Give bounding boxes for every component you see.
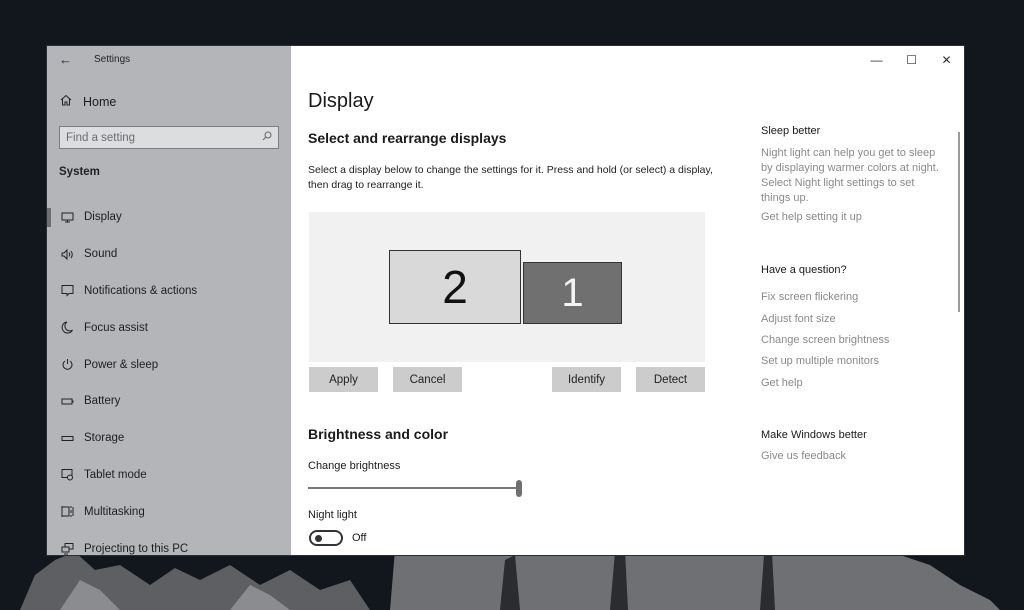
sidebar-item-multitasking[interactable]: Multitasking bbox=[47, 493, 291, 530]
night-light-label: Night light bbox=[308, 509, 357, 521]
sidebar-item-tablet-mode[interactable]: Tablet mode bbox=[47, 457, 291, 494]
sidebar-item-display[interactable]: Display bbox=[47, 199, 291, 236]
help-link[interactable]: Change screen brightness bbox=[761, 334, 889, 346]
cancel-button[interactable]: Cancel bbox=[393, 367, 462, 392]
identify-button[interactable]: Identify bbox=[552, 367, 621, 392]
give-feedback-link[interactable]: Give us feedback bbox=[761, 450, 846, 462]
sidebar-item-label: Battery bbox=[84, 395, 121, 408]
close-button[interactable]: ✕ bbox=[929, 46, 964, 74]
change-brightness-label: Change brightness bbox=[308, 460, 401, 472]
sidebar-item-sound[interactable]: Sound bbox=[47, 236, 291, 273]
night-light-state: Off bbox=[352, 532, 367, 544]
get-help-setting-link[interactable]: Get help setting it up bbox=[761, 211, 862, 223]
main-content: — ☐ ✕ Display Select and rearrange displ… bbox=[291, 46, 964, 555]
page-title: Display bbox=[308, 90, 374, 112]
help-link[interactable]: Get help bbox=[761, 377, 803, 389]
home-icon bbox=[59, 94, 73, 109]
power-icon bbox=[60, 358, 74, 371]
search-input[interactable] bbox=[66, 131, 262, 144]
detect-button[interactable]: Detect bbox=[636, 367, 705, 392]
section-label-system: System bbox=[59, 166, 100, 178]
minimize-button[interactable]: — bbox=[859, 46, 894, 74]
toggle-knob bbox=[315, 535, 322, 542]
sidebar-item-notifications[interactable]: Notifications & actions bbox=[47, 273, 291, 310]
sidebar-item-label: Notifications & actions bbox=[84, 284, 198, 297]
sidebar-item-battery[interactable]: Battery bbox=[47, 383, 291, 420]
night-light-toggle[interactable] bbox=[309, 530, 343, 546]
moon-icon bbox=[60, 321, 74, 334]
tablet-mode-icon bbox=[60, 468, 74, 481]
maximize-button[interactable]: ☐ bbox=[894, 46, 929, 74]
sidebar-item-label: Multitasking bbox=[84, 505, 145, 518]
sidebar-item-projecting[interactable]: Projecting to this PC bbox=[47, 530, 291, 555]
monitor-1[interactable]: 1 bbox=[523, 262, 622, 324]
sleep-better-text: Night light can help you get to sleep by… bbox=[761, 147, 939, 204]
monitor-icon bbox=[60, 211, 74, 224]
app-title: Settings bbox=[94, 54, 131, 65]
apply-button[interactable]: Apply bbox=[309, 367, 378, 392]
sidebar-item-home[interactable]: Home bbox=[59, 94, 116, 109]
brightness-slider[interactable] bbox=[308, 480, 522, 497]
search-box[interactable] bbox=[59, 126, 279, 149]
have-question-heading: Have a question? bbox=[761, 264, 847, 276]
sidebar-item-label: Sound bbox=[84, 248, 118, 261]
slider-thumb[interactable] bbox=[516, 480, 522, 497]
arrange-description: Select a display below to change the set… bbox=[308, 164, 713, 191]
make-windows-better-heading: Make Windows better bbox=[761, 429, 867, 441]
sidebar-item-label: Focus assist bbox=[84, 321, 148, 334]
notification-icon bbox=[60, 284, 74, 298]
speaker-icon bbox=[60, 248, 74, 261]
home-label: Home bbox=[83, 94, 117, 109]
help-link[interactable]: Fix screen flickering bbox=[761, 291, 858, 303]
sidebar-item-power-sleep[interactable]: Power & sleep bbox=[47, 346, 291, 383]
sleep-better-heading: Sleep better bbox=[761, 125, 821, 137]
brightness-heading: Brightness and color bbox=[308, 426, 449, 442]
sidebar-item-label: Power & sleep bbox=[84, 358, 159, 371]
sidebar-item-storage[interactable]: Storage bbox=[47, 420, 291, 457]
sidebar-item-label: Display bbox=[84, 211, 122, 224]
window-controls: — ☐ ✕ bbox=[859, 46, 964, 74]
sidebar-item-focus-assist[interactable]: Focus assist bbox=[47, 309, 291, 346]
monitor-2[interactable]: 2 bbox=[389, 250, 521, 324]
slider-track bbox=[308, 487, 517, 489]
help-link[interactable]: Set up multiple monitors bbox=[761, 355, 879, 367]
battery-icon bbox=[60, 395, 74, 408]
sidebar-item-label: Storage bbox=[84, 432, 125, 445]
sidebar-item-label: Tablet mode bbox=[84, 468, 147, 481]
storage-icon bbox=[60, 432, 74, 445]
sidebar: ← Settings Home System Display Sound bbox=[47, 46, 291, 555]
back-button[interactable]: ← bbox=[59, 52, 72, 67]
sidebar-nav: Display Sound Notifications & actions Fo… bbox=[47, 199, 291, 555]
help-link[interactable]: Adjust font size bbox=[761, 313, 836, 325]
multitasking-icon bbox=[60, 505, 74, 518]
sidebar-item-label: Projecting to this PC bbox=[84, 542, 189, 555]
arrange-heading: Select and rearrange displays bbox=[308, 130, 507, 146]
display-arrangement-area[interactable]: 2 1 bbox=[309, 212, 705, 362]
settings-window: ← Settings Home System Display Sound bbox=[47, 46, 964, 555]
scrollbar[interactable] bbox=[958, 132, 960, 312]
projecting-icon bbox=[60, 542, 74, 555]
search-icon[interactable] bbox=[262, 131, 272, 144]
title-bar: ← Settings bbox=[47, 46, 291, 74]
